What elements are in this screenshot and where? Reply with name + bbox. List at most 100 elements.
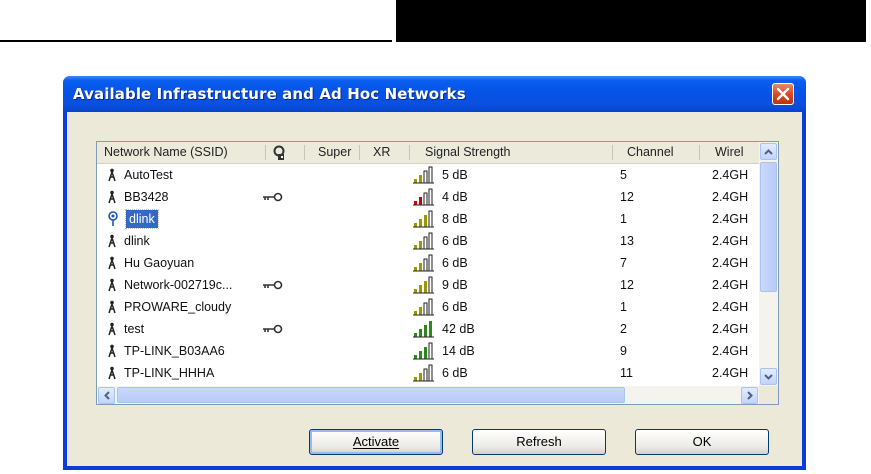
wireless-band: 2.4GH <box>712 366 749 380</box>
network-ssid: TP-LINK_B03AA6 <box>124 344 225 358</box>
network-ssid: dlink <box>124 234 150 248</box>
signal-bars-icon <box>413 362 437 384</box>
scroll-up-button[interactable] <box>760 143 777 160</box>
signal-strength: 4 dB <box>442 190 468 204</box>
wireless-band: 2.4GH <box>712 278 749 292</box>
tower-icon <box>107 362 121 384</box>
dialog-client: Network Name (SSID) Super XR Signal Stre… <box>67 112 802 466</box>
column-xr[interactable]: XR <box>373 142 399 163</box>
ok-label: OK <box>692 434 712 449</box>
vertical-scroll-thumb[interactable] <box>760 162 777 292</box>
signal-bars-icon <box>413 274 437 296</box>
tower-icon <box>107 296 121 318</box>
column-super[interactable]: Super <box>318 142 354 163</box>
table-row[interactable]: AutoTest 5 dB 5 2.4GH <box>97 164 759 186</box>
signal-bars-icon <box>413 252 437 274</box>
wireless-band: 2.4GH <box>712 300 749 314</box>
tower-icon <box>107 252 121 274</box>
tower-icon <box>107 164 121 186</box>
signal-bars-icon <box>413 164 437 186</box>
scroll-left-button[interactable] <box>98 387 115 404</box>
close-icon <box>776 87 790 101</box>
signal-bars-icon <box>413 186 437 208</box>
channel: 7 <box>620 256 627 270</box>
refresh-button[interactable]: Refresh <box>472 429 606 455</box>
channel: 12 <box>620 278 634 292</box>
list-header: Network Name (SSID) Super XR Signal Stre… <box>97 142 759 164</box>
wireless-band: 2.4GH <box>712 322 749 336</box>
channel: 1 <box>620 212 627 226</box>
close-button[interactable] <box>772 83 794 105</box>
horizontal-scrollbar[interactable] <box>97 386 759 404</box>
signal-strength: 14 dB <box>442 344 475 358</box>
tower-icon <box>107 340 121 362</box>
chevron-up-icon <box>764 148 773 155</box>
adhoc-icon <box>107 208 121 230</box>
table-row[interactable]: TP-LINK_B03AA6 14 dB 9 2.4GH <box>97 340 759 362</box>
signal-bars-icon <box>413 318 437 340</box>
wireless-band: 2.4GH <box>712 190 749 204</box>
column-security[interactable] <box>271 142 293 163</box>
network-ssid: BB3428 <box>124 190 169 204</box>
signal-bars-icon <box>413 230 437 252</box>
activate-button[interactable]: Activate <box>309 429 443 455</box>
signal-strength: 8 dB <box>442 212 468 226</box>
network-ssid: AutoTest <box>124 168 173 182</box>
chevron-left-icon <box>103 391 110 400</box>
networks-dialog: Available Infrastructure and Ad Hoc Netw… <box>63 76 806 470</box>
column-channel[interactable]: Channel <box>627 142 687 163</box>
channel: 12 <box>620 190 634 204</box>
channel: 13 <box>620 234 634 248</box>
signal-bars-icon <box>413 340 437 362</box>
channel: 11 <box>620 366 633 380</box>
table-row[interactable]: TP-LINK_HHHA 6 dB 11 2.4GH <box>97 362 759 384</box>
channel: 2 <box>620 322 627 336</box>
network-ssid: Hu Gaoyuan <box>124 256 195 270</box>
signal-strength: 6 dB <box>442 256 468 270</box>
tower-icon <box>107 274 121 296</box>
column-ssid[interactable]: Network Name (SSID) <box>104 142 264 163</box>
signal-strength: 5 dB <box>442 168 468 182</box>
table-row[interactable]: dlink 8 dB 1 2.4GH <box>97 208 759 230</box>
tower-icon <box>107 318 121 340</box>
chevron-right-icon <box>746 391 753 400</box>
network-ssid: dlink <box>125 209 159 229</box>
title-bar[interactable]: Available Infrastructure and Ad Hoc Netw… <box>63 76 806 112</box>
wireless-band: 2.4GH <box>712 256 749 270</box>
signal-strength: 6 dB <box>442 366 468 380</box>
column-wireless[interactable]: Wirel <box>715 142 757 163</box>
table-row[interactable]: test 42 dB 2 2.4GH <box>97 318 759 340</box>
wireless-band: 2.4GH <box>712 168 749 182</box>
horizontal-scroll-thumb[interactable] <box>117 387 625 403</box>
chevron-down-icon <box>764 373 773 380</box>
table-row[interactable]: PROWARE_cloudy 6 dB 1 2.4GH <box>97 296 759 318</box>
signal-strength: 42 dB <box>442 322 475 336</box>
top-rule <box>0 40 392 42</box>
signal-bars-icon <box>413 208 437 230</box>
signal-strength: 6 dB <box>442 300 468 314</box>
vertical-scrollbar[interactable] <box>759 142 778 386</box>
table-row[interactable]: dlink 6 dB 13 2.4GH <box>97 230 759 252</box>
network-list[interactable]: Network Name (SSID) Super XR Signal Stre… <box>96 141 779 405</box>
tower-icon <box>107 186 121 208</box>
wireless-band: 2.4GH <box>712 344 749 358</box>
refresh-label: Refresh <box>516 434 562 449</box>
table-row[interactable]: Hu Gaoyuan 6 dB 7 2.4GH <box>97 252 759 274</box>
column-signal[interactable]: Signal Strength <box>425 142 575 163</box>
network-ssid: Network-002719c... <box>124 278 233 292</box>
wireless-band: 2.4GH <box>712 234 749 248</box>
tower-icon <box>107 230 121 252</box>
signal-strength: 6 dB <box>442 234 468 248</box>
key-icon <box>262 274 286 296</box>
channel: 5 <box>620 168 627 182</box>
table-row[interactable]: BB3428 4 dB 12 2.4GH <box>97 186 759 208</box>
signal-bars-icon <box>413 296 437 318</box>
channel: 1 <box>620 300 627 314</box>
window-title: Available Infrastructure and Ad Hoc Netw… <box>73 85 466 103</box>
scroll-down-button[interactable] <box>760 368 777 385</box>
header-bar <box>396 0 866 42</box>
signal-strength: 9 dB <box>442 278 468 292</box>
table-row[interactable]: Network-002719c... 9 dB 12 2.4GH <box>97 274 759 296</box>
ok-button[interactable]: OK <box>635 429 769 455</box>
scroll-right-button[interactable] <box>741 387 758 404</box>
